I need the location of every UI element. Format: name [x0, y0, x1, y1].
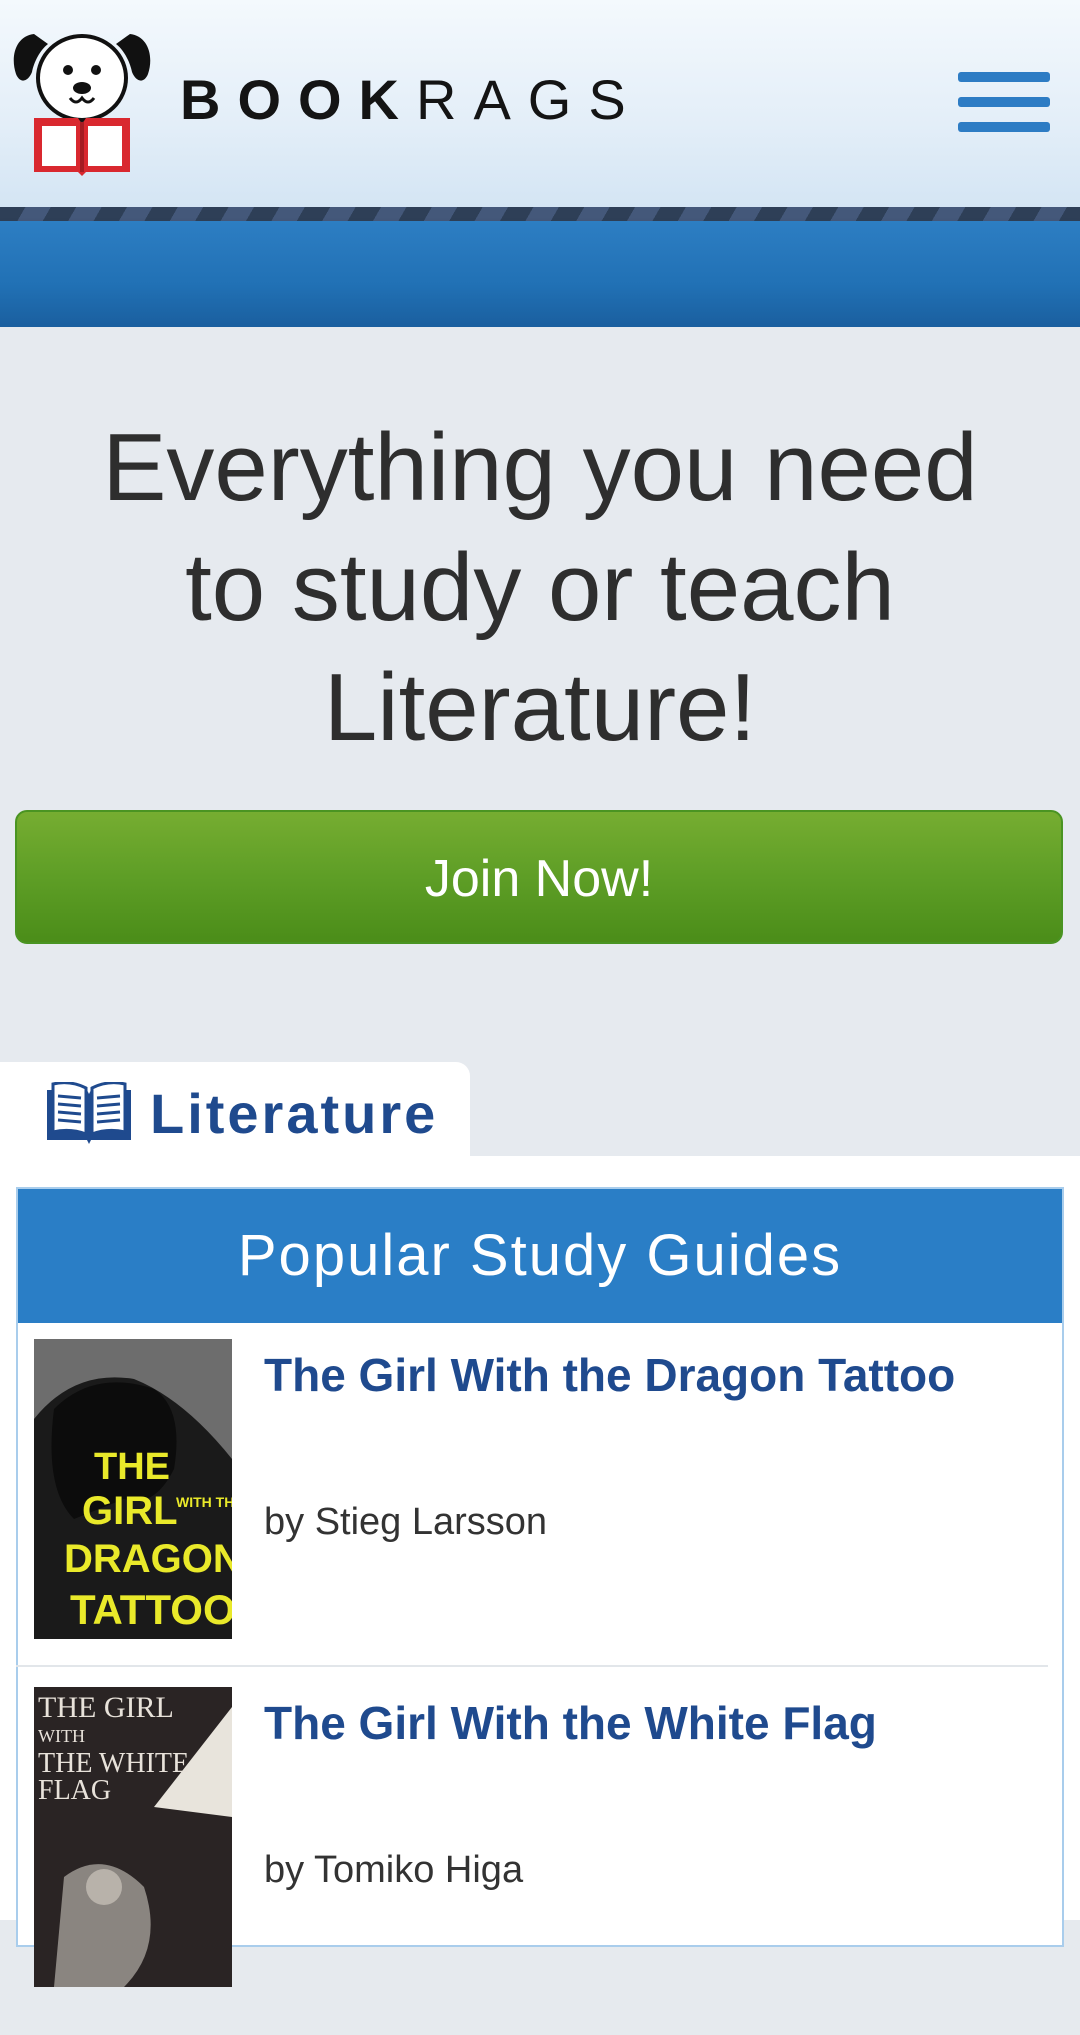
guide-item[interactable]: THE GIRL WITH THE WHITE FLAG The Girl Wi…	[18, 1687, 1062, 2035]
dog-logo-icon[interactable]	[12, 26, 152, 176]
book-cover-white-flag[interactable]: THE GIRL WITH THE WHITE FLAG	[34, 1687, 232, 1987]
cover-text: THE GIRL	[38, 1691, 174, 1724]
cover-text: FLAG	[38, 1775, 111, 1806]
popular-guides-heading: Popular Study Guides	[18, 1189, 1062, 1323]
cover-text: DRAGON	[64, 1537, 232, 1581]
open-book-icon	[47, 1082, 131, 1144]
brand-light: RAGS	[416, 68, 643, 131]
cover-text: GIRL	[82, 1489, 178, 1533]
join-now-button[interactable]: Join Now!	[15, 810, 1063, 944]
guide-title[interactable]: The Girl With the Dragon Tattoo	[264, 1347, 955, 1403]
menu-bar	[958, 97, 1050, 107]
nav-bar	[0, 221, 1080, 327]
menu-bar	[958, 72, 1050, 82]
cover-text: WITH	[38, 1726, 85, 1746]
brand-wordmark[interactable]: BOOKRAGS	[180, 68, 643, 132]
hero-line-2: to study or teach	[185, 534, 895, 641]
header-stripe	[0, 207, 1080, 221]
tab-literature[interactable]: Literature	[0, 1062, 470, 1162]
hero-line-1: Everything you need	[102, 414, 978, 521]
cover-text: WITH THE	[176, 1494, 232, 1510]
site-header: BOOKRAGS	[0, 0, 1080, 207]
tab-literature-label: Literature	[150, 1082, 439, 1145]
guide-author: by Tomiko Higa	[264, 1849, 524, 1891]
menu-bar	[958, 122, 1050, 132]
guide-title[interactable]: The Girl With the White Flag	[264, 1695, 877, 1751]
hamburger-menu-icon[interactable]	[958, 70, 1050, 134]
cover-text: THE	[94, 1446, 170, 1488]
guide-divider	[16, 1665, 1048, 1667]
popular-guides-box: Popular Study Guides THE GIRL WITH THE D…	[16, 1187, 1064, 1987]
hero-line-3: Literature!	[323, 654, 757, 761]
guide-author: by Stieg Larsson	[264, 1501, 548, 1543]
book-cover-dragon-tattoo[interactable]: THE GIRL WITH THE DRAGON TATTOO	[34, 1339, 232, 1639]
cover-text: TATTOO	[70, 1586, 232, 1633]
guide-item[interactable]: THE GIRL WITH THE DRAGON TATTOO The Girl…	[18, 1339, 1062, 1687]
hero-title: Everything you need to study or teach Li…	[0, 408, 1080, 768]
brand-bold: BOOK	[180, 68, 416, 131]
